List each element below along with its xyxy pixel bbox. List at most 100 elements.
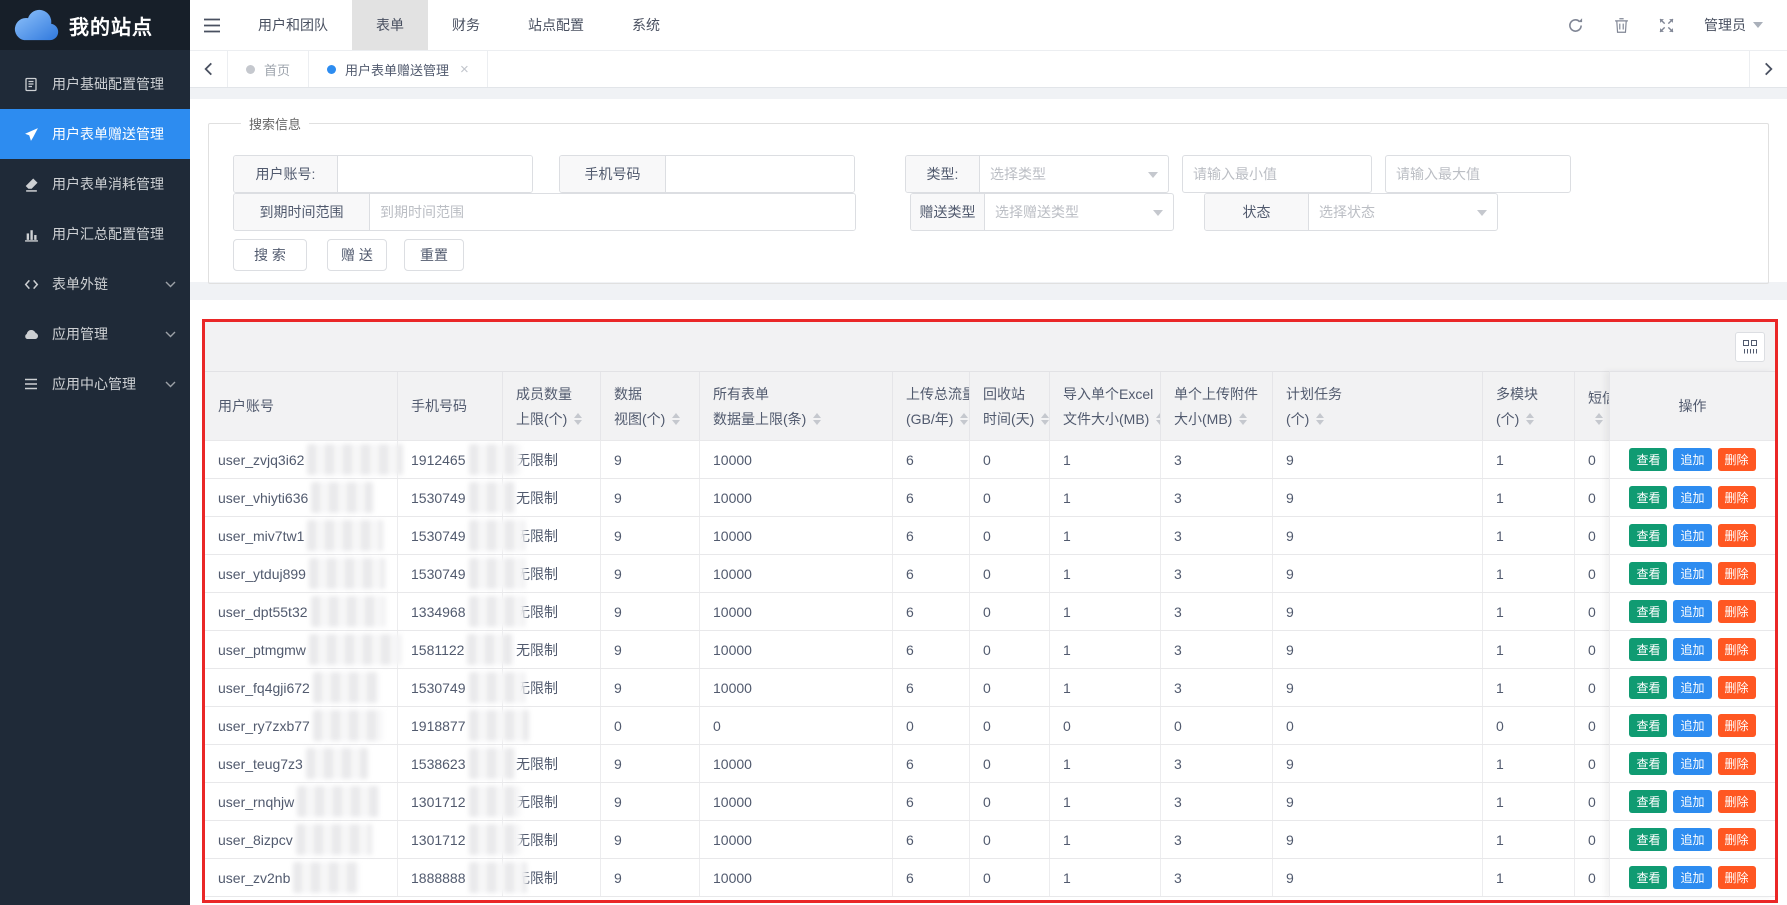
sidebar-item[interactable]: 应用中心管理 [0, 359, 190, 409]
column-header[interactable]: 单个上传附件大小(MB) [1161, 372, 1273, 440]
column-header[interactable]: 成员数量上限(个) [503, 372, 601, 440]
view-button[interactable]: 查看 [1629, 562, 1667, 585]
column-header[interactable]: 回收站时间(天) [970, 372, 1050, 440]
sort-icon[interactable] [1595, 413, 1603, 425]
sort-icon[interactable] [574, 413, 582, 425]
delete-button[interactable]: 删除 [1718, 486, 1756, 509]
column-header[interactable]: 数据视图(个) [601, 372, 700, 440]
delete-button[interactable]: 删除 [1718, 562, 1756, 585]
gift-type-select-placeholder: 选择赠送类型 [995, 202, 1079, 222]
phone-text: 1581122 [411, 642, 464, 658]
min-value-input[interactable] [1182, 155, 1372, 193]
sort-asc-icon [1316, 413, 1324, 418]
max-value-input[interactable] [1385, 155, 1571, 193]
append-button[interactable]: 追加 [1673, 448, 1711, 471]
view-button[interactable]: 查看 [1629, 486, 1667, 509]
append-button[interactable]: 追加 [1673, 828, 1711, 851]
topnav-item[interactable]: 表单 [352, 0, 428, 50]
append-button[interactable]: 追加 [1673, 600, 1711, 623]
column-header[interactable]: 所有表单数据量上限(条) [700, 372, 893, 440]
append-button[interactable]: 追加 [1673, 866, 1711, 889]
delete-button[interactable]: 删除 [1718, 676, 1756, 699]
view-button[interactable]: 查看 [1629, 828, 1667, 851]
type-select[interactable]: 选择类型 [980, 156, 1168, 192]
sidebar-item[interactable]: 用户表单赠送管理 [0, 109, 190, 159]
view-button[interactable]: 查看 [1629, 600, 1667, 623]
append-button[interactable]: 追加 [1673, 524, 1711, 547]
delete-button[interactable]: 删除 [1718, 866, 1756, 889]
view-button[interactable]: 查看 [1629, 676, 1667, 699]
append-button[interactable]: 追加 [1673, 562, 1711, 585]
close-icon[interactable]: × [460, 61, 469, 78]
reset-button[interactable]: 重置 [404, 239, 464, 271]
sidebar-item[interactable]: 用户汇总配置管理 [0, 209, 190, 259]
gift-button[interactable]: 赠 送 [327, 239, 387, 271]
search-button[interactable]: 搜 索 [233, 239, 307, 271]
topnav-item[interactable]: 用户和团队 [234, 0, 352, 50]
sidebar-item[interactable]: 用户表单消耗管理 [0, 159, 190, 209]
redaction-blur [313, 710, 383, 741]
phone-input[interactable] [666, 156, 855, 192]
sidebar-item[interactable]: 表单外链 [0, 259, 190, 309]
topnav-item[interactable]: 财务 [428, 0, 504, 50]
sort-icon[interactable] [1316, 413, 1324, 425]
append-button[interactable]: 追加 [1673, 638, 1711, 661]
admin-menu[interactable]: 管理员 [1704, 15, 1763, 35]
trash-icon[interactable] [1614, 17, 1629, 34]
column-header[interactable]: 上传总流量(GB/年) [893, 372, 970, 440]
fullscreen-icon[interactable] [1659, 18, 1674, 33]
sort-icon[interactable] [1041, 413, 1049, 425]
chevron-down-icon [1477, 210, 1487, 221]
view-button[interactable]: 查看 [1629, 714, 1667, 737]
delete-button[interactable]: 删除 [1718, 752, 1756, 775]
append-button[interactable]: 追加 [1673, 714, 1711, 737]
delete-button[interactable]: 删除 [1718, 714, 1756, 737]
menu-fold-icon[interactable] [190, 18, 234, 33]
delete-button[interactable]: 删除 [1718, 790, 1756, 813]
topnav-item[interactable]: 站点配置 [504, 0, 608, 50]
sort-icon[interactable] [813, 413, 821, 425]
delete-button[interactable]: 删除 [1718, 638, 1756, 661]
column-header[interactable]: 多模块(个) [1483, 372, 1575, 440]
value-cell: 无限制 [503, 631, 601, 668]
append-button[interactable]: 追加 [1673, 752, 1711, 775]
view-button[interactable]: 查看 [1629, 752, 1667, 775]
view-button[interactable]: 查看 [1629, 448, 1667, 471]
tab[interactable]: 首页 [228, 51, 309, 87]
topnav-item[interactable]: 系统 [608, 0, 684, 50]
column-header-sub-label: (个) [1496, 409, 1574, 429]
append-button[interactable]: 追加 [1673, 676, 1711, 699]
append-button[interactable]: 追加 [1673, 790, 1711, 813]
column-settings-button[interactable] [1735, 332, 1765, 362]
sort-icon[interactable] [1239, 413, 1247, 425]
view-button[interactable]: 查看 [1629, 524, 1667, 547]
delete-button[interactable]: 删除 [1718, 828, 1756, 851]
delete-button[interactable]: 删除 [1718, 524, 1756, 547]
view-button[interactable]: 查看 [1629, 638, 1667, 661]
sidebar-item[interactable]: 应用管理 [0, 309, 190, 359]
column-header-sub-label: 文件大小(MB) [1063, 409, 1160, 429]
tabs-scroll-right-icon[interactable] [1749, 51, 1787, 87]
expire-range-input[interactable] [370, 194, 855, 230]
logo[interactable]: 我的站点 [0, 0, 190, 50]
sort-icon[interactable] [960, 413, 968, 425]
append-button[interactable]: 追加 [1673, 486, 1711, 509]
delete-button[interactable]: 删除 [1718, 448, 1756, 471]
gift-type-select[interactable]: 选择赠送类型 [985, 194, 1173, 230]
sort-icon[interactable] [1526, 413, 1534, 425]
status-select[interactable]: 选择状态 [1309, 194, 1497, 230]
delete-button[interactable]: 删除 [1718, 600, 1756, 623]
sort-icon[interactable] [1156, 413, 1160, 425]
tabs-scroll-left-icon[interactable] [190, 51, 228, 87]
view-button[interactable]: 查看 [1629, 866, 1667, 889]
account-input[interactable] [338, 156, 533, 192]
view-button[interactable]: 查看 [1629, 790, 1667, 813]
sidebar-item[interactable]: 用户基础配置管理 [0, 59, 190, 109]
column-header[interactable]: 计划任务(个) [1273, 372, 1483, 440]
column-header[interactable]: 导入单个Excel文件大小(MB) [1050, 372, 1161, 440]
redaction-blur [469, 862, 527, 893]
sort-icon[interactable] [672, 413, 680, 425]
refresh-icon[interactable] [1567, 17, 1584, 34]
value-cell: 9 [1273, 745, 1483, 782]
tab[interactable]: 用户表单赠送管理× [309, 51, 488, 87]
